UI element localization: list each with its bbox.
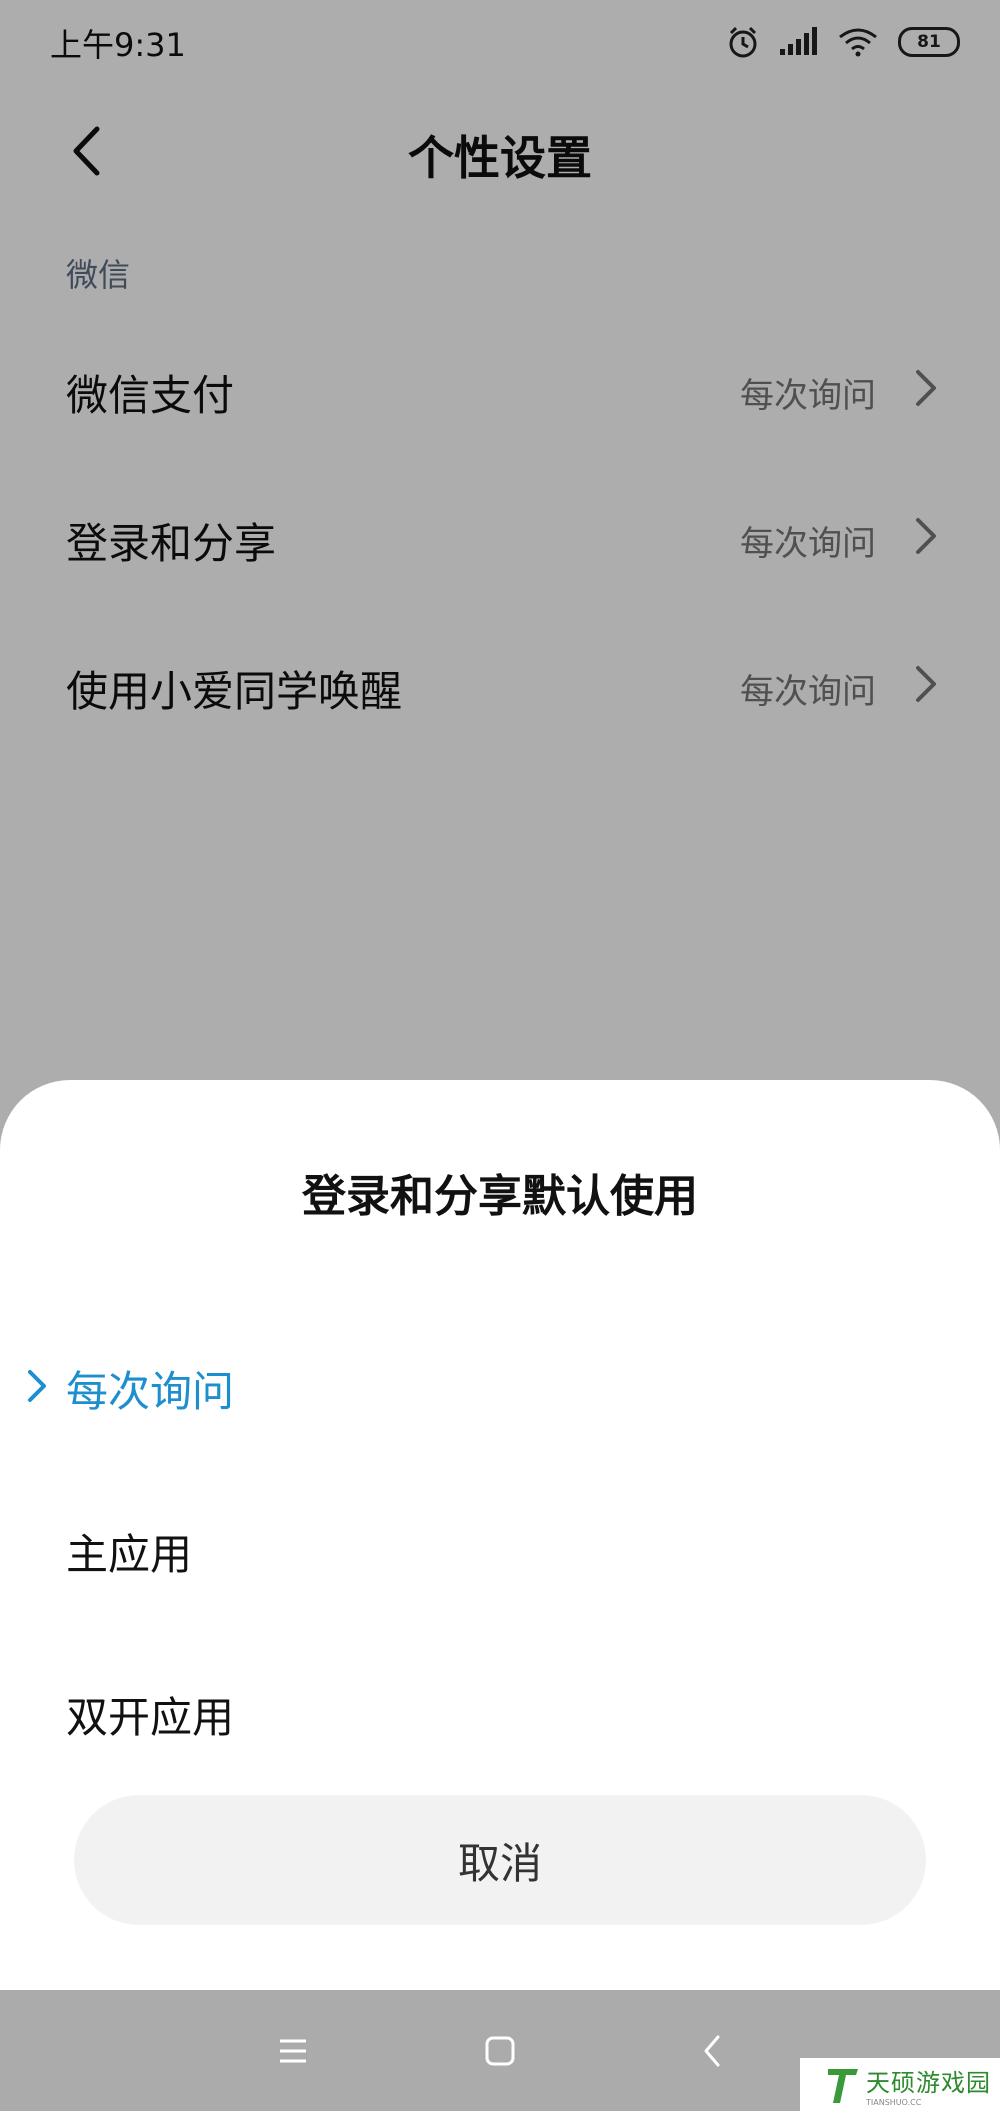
- option-label: 主应用: [66, 1530, 193, 1579]
- option-label: 双开应用: [66, 1693, 235, 1742]
- option-ask-every-time[interactable]: 每次询问: [0, 1320, 1000, 1450]
- home-icon: [485, 2036, 515, 2066]
- sheet-title: 登录和分享默认使用: [302, 1171, 698, 1222]
- watermark-subtext: TIANSHUO.CC: [866, 2097, 922, 2107]
- watermark-text: 天硕游戏园: [866, 2068, 991, 2097]
- option-dual-app[interactable]: 双开应用: [0, 1646, 1000, 1776]
- back-nav-icon: [704, 2035, 720, 2067]
- cancel-button[interactable]: 取消: [74, 1795, 926, 1925]
- watermark-text-group: 天硕游戏园 TIANSHUO.CC: [866, 2063, 991, 2107]
- back-nav-button[interactable]: [689, 2028, 735, 2074]
- selected-chevron-icon: [28, 1370, 46, 1402]
- menu-icon: [280, 2039, 306, 2063]
- option-label: 每次询问: [66, 1367, 235, 1416]
- watermark: 天硕游戏园 TIANSHUO.CC: [800, 2058, 1000, 2111]
- option-main-app[interactable]: 主应用: [0, 1483, 1000, 1613]
- menu-button[interactable]: [270, 2028, 316, 2074]
- bottom-sheet: 登录和分享默认使用 每次询问 主应用 双开应用 取消: [0, 1080, 1000, 1990]
- watermark-logo-icon: [828, 2068, 858, 2103]
- home-button[interactable]: [477, 2028, 523, 2074]
